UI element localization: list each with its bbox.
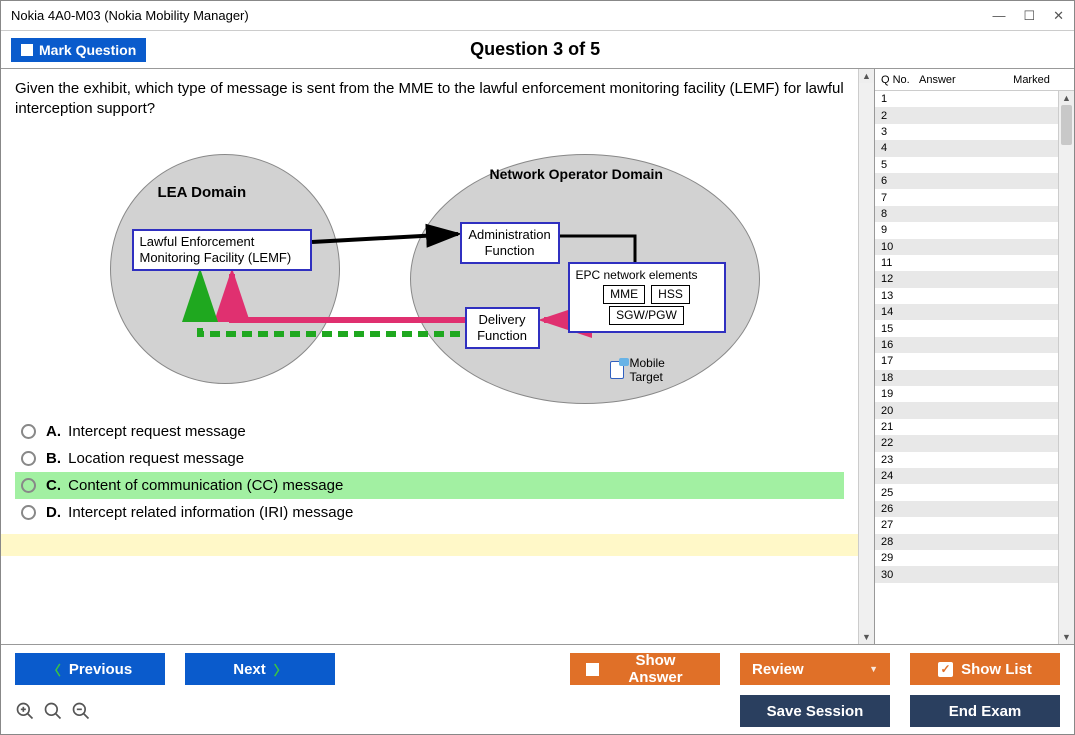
mme-label: MME bbox=[603, 285, 645, 304]
question-list-row[interactable]: 20 bbox=[875, 402, 1058, 418]
question-list-row[interactable]: 15 bbox=[875, 320, 1058, 336]
review-button[interactable]: Review ▼ bbox=[740, 653, 890, 685]
mark-question-label: Mark Question bbox=[39, 42, 136, 58]
side-scrollbar[interactable]: ▲ ▼ bbox=[1058, 91, 1074, 644]
window-controls: — ☐ ✕ bbox=[992, 8, 1064, 24]
question-list-row[interactable]: 19 bbox=[875, 386, 1058, 402]
question-list-row[interactable]: 3 bbox=[875, 124, 1058, 140]
header-bar: Mark Question Question 3 of 5 bbox=[1, 31, 1074, 69]
mark-question-button[interactable]: Mark Question bbox=[11, 38, 146, 62]
delivery-function-box: Delivery Function bbox=[465, 307, 540, 350]
save-session-button[interactable]: Save Session bbox=[740, 695, 890, 727]
checkbox-icon bbox=[586, 663, 599, 676]
lemf-box: Lawful Enforcement Monitoring Facility (… bbox=[132, 229, 312, 272]
question-list: 1234567891011121314151617181920212223242… bbox=[875, 91, 1074, 644]
question-list-row[interactable]: 5 bbox=[875, 157, 1058, 173]
question-list-row[interactable]: 2 bbox=[875, 107, 1058, 123]
next-button[interactable]: Next 〉 bbox=[185, 653, 335, 685]
question-list-row[interactable]: 29 bbox=[875, 550, 1058, 566]
scroll-down-icon[interactable]: ▼ bbox=[1059, 630, 1074, 644]
question-list-row[interactable]: 16 bbox=[875, 337, 1058, 353]
main-column: Given the exhibit, which type of message… bbox=[1, 69, 858, 644]
main-scrollbar[interactable]: ▲ ▼ bbox=[858, 69, 874, 644]
maximize-icon[interactable]: ☐ bbox=[1023, 8, 1035, 24]
chevron-right-icon: 〉 bbox=[274, 660, 287, 679]
window-title: Nokia 4A0-M03 (Nokia Mobility Manager) bbox=[11, 8, 249, 23]
question-list-row[interactable]: 14 bbox=[875, 304, 1058, 320]
scroll-up-icon[interactable]: ▲ bbox=[1059, 91, 1074, 105]
checkmark-icon: ✓ bbox=[938, 662, 953, 677]
scroll-down-icon[interactable]: ▼ bbox=[859, 630, 874, 644]
question-list-row[interactable]: 10 bbox=[875, 239, 1058, 255]
show-answer-button[interactable]: Show Answer bbox=[570, 653, 720, 685]
chevron-left-icon: 〈 bbox=[48, 660, 61, 679]
epc-box: EPC network elements MME HSS SGW/PGW bbox=[568, 262, 726, 333]
exhibit-diagram: LEA Domain Network Operator Domain La bbox=[90, 134, 770, 404]
question-list-row[interactable]: 21 bbox=[875, 419, 1058, 435]
question-list-row[interactable]: 6 bbox=[875, 173, 1058, 189]
footer: 〈 Previous Next 〉 Show Answer Review ▼ ✓… bbox=[1, 644, 1074, 734]
answer-option[interactable]: B. Location request message bbox=[15, 445, 844, 472]
highlight-strip bbox=[1, 534, 858, 556]
scroll-up-icon[interactable]: ▲ bbox=[859, 69, 874, 83]
question-list-row[interactable]: 25 bbox=[875, 484, 1058, 500]
body: Given the exhibit, which type of message… bbox=[1, 69, 1074, 644]
mobile-icon bbox=[610, 361, 624, 379]
question-list-row[interactable]: 4 bbox=[875, 140, 1058, 156]
answer-option[interactable]: D. Intercept related information (IRI) m… bbox=[15, 499, 844, 526]
end-exam-button[interactable]: End Exam bbox=[910, 695, 1060, 727]
question-list-row[interactable]: 11 bbox=[875, 255, 1058, 271]
question-list-row[interactable]: 22 bbox=[875, 435, 1058, 451]
question-list-row[interactable]: 28 bbox=[875, 534, 1058, 550]
question-list-row[interactable]: 30 bbox=[875, 566, 1058, 582]
question-list-row[interactable]: 13 bbox=[875, 288, 1058, 304]
question-list-row[interactable]: 26 bbox=[875, 501, 1058, 517]
sgw-label: SGW/PGW bbox=[609, 306, 684, 325]
nod-label: Network Operator Domain bbox=[490, 166, 663, 182]
app-window: Nokia 4A0-M03 (Nokia Mobility Manager) —… bbox=[0, 0, 1075, 735]
question-list-row[interactable]: 9 bbox=[875, 222, 1058, 238]
titlebar: Nokia 4A0-M03 (Nokia Mobility Manager) —… bbox=[1, 1, 1074, 31]
radio-icon bbox=[21, 451, 36, 466]
mobile-target: Mobile Target bbox=[610, 356, 665, 384]
answer-list: A. Intercept request messageB. Location … bbox=[1, 418, 858, 526]
question-list-header: Q No. Answer Marked bbox=[875, 69, 1074, 91]
radio-icon bbox=[21, 478, 36, 493]
dropdown-icon: ▼ bbox=[869, 664, 878, 674]
scroll-thumb[interactable] bbox=[1061, 105, 1072, 145]
admin-function-box: Administration Function bbox=[460, 222, 560, 265]
lea-domain-label: LEA Domain bbox=[158, 184, 247, 201]
checkbox-icon bbox=[21, 44, 33, 56]
question-list-row[interactable]: 24 bbox=[875, 468, 1058, 484]
question-list-row[interactable]: 7 bbox=[875, 189, 1058, 205]
zoom-out-icon[interactable] bbox=[71, 701, 91, 721]
question-list-row[interactable]: 12 bbox=[875, 271, 1058, 287]
zoom-reset-icon[interactable] bbox=[43, 701, 63, 721]
hss-label: HSS bbox=[651, 285, 690, 304]
question-list-row[interactable]: 23 bbox=[875, 452, 1058, 468]
answer-option[interactable]: A. Intercept request message bbox=[15, 418, 844, 445]
question-list-row[interactable]: 1 bbox=[875, 91, 1058, 107]
zoom-in-icon[interactable] bbox=[15, 701, 35, 721]
previous-button[interactable]: 〈 Previous bbox=[15, 653, 165, 685]
question-list-panel: Q No. Answer Marked 12345678910111213141… bbox=[874, 69, 1074, 644]
question-list-row[interactable]: 18 bbox=[875, 370, 1058, 386]
zoom-controls bbox=[15, 701, 91, 721]
question-list-row[interactable]: 17 bbox=[875, 353, 1058, 369]
col-answer: Answer bbox=[919, 74, 989, 86]
minimize-icon[interactable]: — bbox=[992, 8, 1005, 24]
radio-icon bbox=[21, 424, 36, 439]
show-list-button[interactable]: ✓ Show List bbox=[910, 653, 1060, 685]
radio-icon bbox=[21, 505, 36, 520]
answer-option[interactable]: C. Content of communication (CC) message bbox=[15, 472, 844, 499]
col-marked: Marked bbox=[989, 74, 1074, 86]
col-qno: Q No. bbox=[875, 74, 919, 86]
question-list-row[interactable]: 27 bbox=[875, 517, 1058, 533]
question-text: Given the exhibit, which type of message… bbox=[1, 69, 858, 124]
close-icon[interactable]: ✕ bbox=[1053, 8, 1064, 24]
question-counter: Question 3 of 5 bbox=[146, 39, 924, 60]
question-list-row[interactable]: 8 bbox=[875, 206, 1058, 222]
